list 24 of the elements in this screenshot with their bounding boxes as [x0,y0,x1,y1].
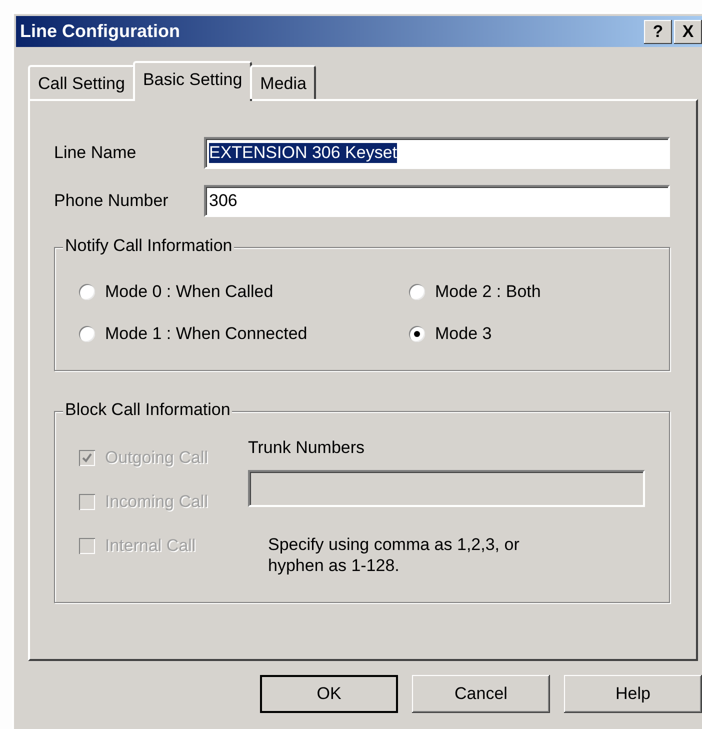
tab[interactable]: Media [250,65,316,99]
field-label: Phone Number [54,191,170,211]
input-field[interactable]: EXTENSION 306 Keyset [204,137,670,169]
radio-label: Mode 0 : When Called [105,282,274,302]
radio-label: Mode 2 : Both [435,282,541,302]
dialog-button[interactable]: Help [564,675,702,713]
field-label: Trunk Numbers [248,438,366,458]
hint-text: Specify using comma as 1,2,3, or hyphen as 1-128. [267,535,520,576]
tab[interactable]: Call Setting [28,65,135,99]
radio-button[interactable] [409,326,425,342]
input-field[interactable]: 306 [204,185,670,217]
help-button[interactable]: ? [644,20,672,44]
radio-label: Mode 1 : When Connected [105,324,308,344]
radio-label: Mode 3 [435,324,492,344]
window-title: Line Configuration [20,21,180,42]
dialog-button[interactable]: OK [260,675,398,713]
close-button[interactable]: X [674,20,702,44]
dialog-button[interactable]: Cancel [412,675,550,713]
tab[interactable]: Basic Setting [132,61,252,101]
radio-button[interactable] [79,284,95,300]
radio-button[interactable] [79,326,95,342]
field-label: Line Name [54,143,138,163]
group-title: Notify Call Information [63,236,234,256]
radio-button[interactable] [409,284,425,300]
